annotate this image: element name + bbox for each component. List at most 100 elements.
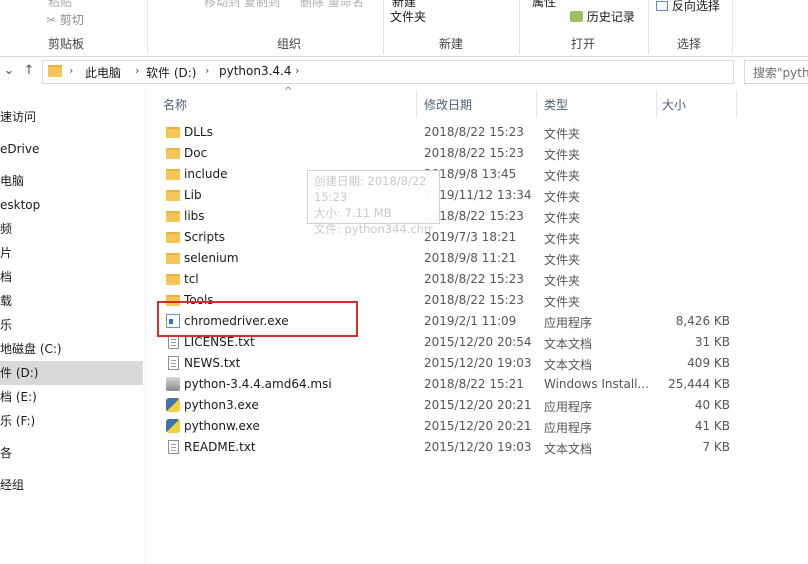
file-name: LICENSE.txt xyxy=(184,335,255,349)
group-label-open: 打开 xyxy=(571,37,596,51)
file-size: 31 KB xyxy=(694,335,730,349)
history-icon xyxy=(570,11,583,22)
address-bar[interactable]: › 此电脑 › 软件 (D:) › python3.4.4 › xyxy=(42,60,734,84)
nav-item-drive-f[interactable]: 乐 (F:) xyxy=(0,409,143,433)
nav-item-homegroup[interactable]: 经组 xyxy=(0,473,143,497)
table-row[interactable]: NEWS.txt 2015/12/20 19:03 文本文档 409 KB xyxy=(160,353,750,374)
file-date: 2015/12/20 20:54 xyxy=(424,335,532,349)
file-type: 文件夹 xyxy=(544,253,581,267)
file-type: 文本文档 xyxy=(544,358,593,372)
scissors-icon: ✂ xyxy=(46,13,57,27)
file-date: 2018/8/22 15:23 xyxy=(424,272,524,286)
file-date: 2018/8/22 15:23 xyxy=(424,125,524,139)
file-date: 2018/8/22 15:23 xyxy=(424,146,524,160)
nav-item-desktop[interactable]: esktop xyxy=(0,193,143,217)
column-header-name[interactable]: 名称 xyxy=(163,96,187,113)
nav-item-pictures[interactable]: 片 xyxy=(0,241,143,265)
up-arrow-icon[interactable]: ↑ xyxy=(20,62,38,80)
table-row[interactable]: DLLs 2018/8/22 15:23 文件夹 xyxy=(160,122,750,143)
table-row[interactable]: pythonw.exe 2015/12/20 20:21 应用程序 41 KB xyxy=(160,416,750,437)
file-type: 文件夹 xyxy=(544,127,581,141)
nav-item-videos[interactable]: 频 xyxy=(0,217,143,241)
table-row[interactable]: selenium 2018/9/8 11:21 文件夹 xyxy=(160,248,750,269)
file-date: 2019/11/12 13:34 xyxy=(424,188,532,202)
msi-icon xyxy=(166,377,180,391)
column-divider[interactable] xyxy=(656,90,657,118)
table-row[interactable]: python3.exe 2015/12/20 20:21 应用程序 40 KB xyxy=(160,395,750,416)
table-row[interactable]: Doc 2018/8/22 15:23 文件夹 xyxy=(160,143,750,164)
file-date: 2019/7/3 18:21 xyxy=(424,230,517,244)
file-type: 文件夹 xyxy=(544,232,581,246)
column-divider[interactable] xyxy=(416,90,417,118)
file-date: 2018/8/22 15:21 xyxy=(424,377,524,391)
nav-item-music[interactable]: 乐 xyxy=(0,313,143,337)
chevron-right-icon: › xyxy=(69,64,74,77)
file-type: Windows Install... xyxy=(544,377,649,391)
nav-item-drive-c[interactable]: 地磁盘 (C:) xyxy=(0,337,143,361)
history-button[interactable]: 历史记录 xyxy=(570,8,635,25)
breadcrumb-drive-d[interactable]: 软件 (D:) xyxy=(146,64,196,81)
column-header-type[interactable]: 类型 xyxy=(544,96,568,113)
column-header-date[interactable]: 修改日期 xyxy=(424,96,472,113)
file-name: Lib xyxy=(184,188,202,202)
table-row[interactable]: Scripts 2019/7/3 18:21 文件夹 xyxy=(160,227,750,248)
nav-item-drive-e[interactable]: 档 (E:) xyxy=(0,385,143,409)
file-size: 25,444 KB xyxy=(668,377,730,391)
properties-button[interactable]: 属性 xyxy=(532,0,556,10)
file-name: libs xyxy=(184,209,205,223)
chevron-right-icon: › xyxy=(135,64,140,77)
doc-icon xyxy=(168,356,179,370)
file-name: include xyxy=(184,167,228,181)
table-row[interactable]: Lib 2019/11/12 13:34 文件夹 xyxy=(160,185,750,206)
group-label-select: 选择 xyxy=(677,37,702,51)
nav-item-this-pc[interactable]: 电脑 xyxy=(0,169,143,193)
group-label-organize: 组织 xyxy=(277,37,302,51)
invert-selection-button[interactable]: 反向选择 xyxy=(656,0,720,14)
paste-button-label[interactable]: 粘贴 xyxy=(48,0,72,10)
move-copy-label[interactable]: 移动到 复制到 xyxy=(204,0,280,10)
group-separator xyxy=(732,0,733,54)
py-icon xyxy=(166,419,180,433)
nav-item-documents[interactable]: 档 xyxy=(0,265,143,289)
file-type: 文件夹 xyxy=(544,169,581,183)
table-row[interactable]: libs 2018/8/22 15:23 文件夹 xyxy=(160,206,750,227)
file-name: Scripts xyxy=(184,230,226,244)
nav-item-quick-access[interactable]: 速访问 xyxy=(0,105,143,129)
search-input[interactable]: 搜索"pyth xyxy=(744,60,808,84)
folder-icon xyxy=(166,232,180,243)
file-name: python-3.4.4.amd64.msi xyxy=(184,377,332,391)
table-row[interactable]: include 2018/9/8 13:45 文件夹 xyxy=(160,164,750,185)
chevron-right-icon: › xyxy=(295,64,300,77)
breadcrumb-this-pc[interactable]: 此电脑 xyxy=(85,64,121,81)
file-date: 2015/12/20 19:03 xyxy=(424,356,532,370)
table-row[interactable]: tcl 2018/8/22 15:23 文件夹 xyxy=(160,269,750,290)
nav-item-network[interactable]: 各 xyxy=(0,441,143,465)
file-type: 文件夹 xyxy=(544,295,581,309)
column-header-size[interactable]: 大小 xyxy=(662,96,686,113)
table-row[interactable]: python-3.4.4.amd64.msi 2018/8/22 15:21 Win… xyxy=(160,374,750,395)
folder-icon xyxy=(166,211,180,222)
group-separator xyxy=(519,0,520,54)
column-divider[interactable] xyxy=(736,90,737,118)
nav-item-onedrive[interactable]: eDrive xyxy=(0,137,143,161)
file-type: 文件夹 xyxy=(544,211,581,225)
file-date: 2015/12/20 20:21 xyxy=(424,419,532,433)
delete-rename-label[interactable]: 删除 重命名 xyxy=(300,0,364,10)
file-size: 409 KB xyxy=(687,356,730,370)
column-divider[interactable] xyxy=(536,90,537,118)
file-date: 2018/9/8 11:21 xyxy=(424,251,517,265)
file-name: DLLs xyxy=(184,125,213,139)
file-name: selenium xyxy=(184,251,239,265)
recent-locations-chevron-icon[interactable]: ⌄ xyxy=(0,62,18,80)
breadcrumb-python[interactable]: python3.4.4 xyxy=(219,64,292,78)
nav-item-downloads[interactable]: 载 xyxy=(0,289,143,313)
file-type: 应用程序 xyxy=(544,421,593,435)
doc-icon xyxy=(168,335,179,349)
file-type: 文件夹 xyxy=(544,190,581,204)
new-folder-button[interactable]: 文件夹 xyxy=(390,8,426,25)
table-row[interactable]: README.txt 2015/12/20 19:03 文本文档 7 KB xyxy=(160,437,750,458)
file-name: tcl xyxy=(184,272,199,286)
navigation-pane: 速访问 eDrive 电脑 esktop 频 片 档 载 乐 地磁盘 (C:) … xyxy=(0,88,146,564)
cut-button[interactable]: ✂ 剪切 xyxy=(46,11,84,28)
nav-item-drive-d[interactable]: 件 (D:) xyxy=(0,361,143,385)
